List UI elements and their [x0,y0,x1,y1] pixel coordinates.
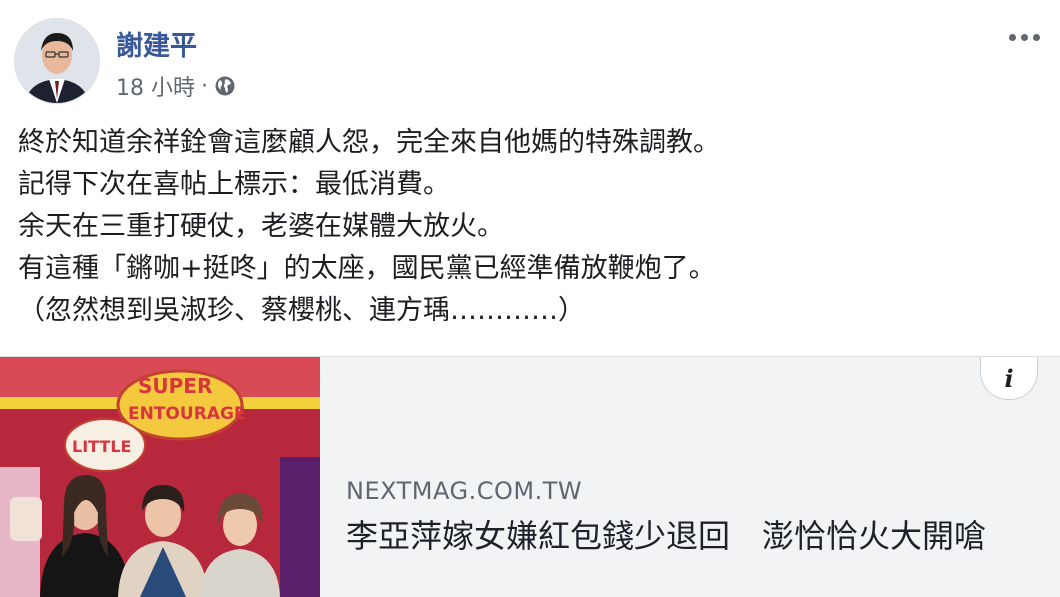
post-line: 余天在三重打硬仗，老婆在媒體大放火。 [18,211,504,242]
post-line: 有這種「鏘咖+挺咚」的太座，國民黨已經準備放鞭炮了。 [18,253,716,284]
image-text-mid: ENTOURAGE [128,404,246,424]
link-domain: NEXTMAG.COM.TW [346,477,583,505]
post-line: （忽然想到吳淑珍、蔡櫻桃、連方瑀…………） [18,295,585,326]
post-line: 記得下次在喜帖上標示：最低消費。 [18,169,450,200]
avatar-portrait [15,19,99,103]
post-meta: 18 小時 · [116,70,236,102]
author-name[interactable]: 謝建平 [116,24,197,63]
globe-icon[interactable] [214,75,236,97]
link-preview-image[interactable]: SUPER ENTOURAGE LITTLE [0,357,320,597]
info-icon[interactable]: i [980,357,1038,400]
post-header: 謝建平 18 小時 · [14,14,1054,104]
post-time[interactable]: 18 小時 [116,70,195,102]
meta-separator: · [201,73,208,99]
post-line: 終於知道余祥銓會這麼顧人怨，完全來自他媽的特殊調教。 [18,127,720,158]
post-body: 終於知道余祥銓會這麼顧人怨，完全來自他媽的特殊調教。 記得下次在喜帖上標示：最低… [18,122,1048,332]
link-preview-card[interactable]: SUPER ENTOURAGE LITTLE i NEXTMAG.COM.TW … [0,356,1060,597]
more-options-icon[interactable] [1002,22,1046,52]
image-text-small: LITTLE [72,437,131,456]
link-headline[interactable]: 李亞萍嫁女嫌紅包錢少退回 澎恰恰火大開嗆 [346,515,1046,557]
image-text-top: SUPER [138,374,212,398]
avatar[interactable] [14,18,100,104]
